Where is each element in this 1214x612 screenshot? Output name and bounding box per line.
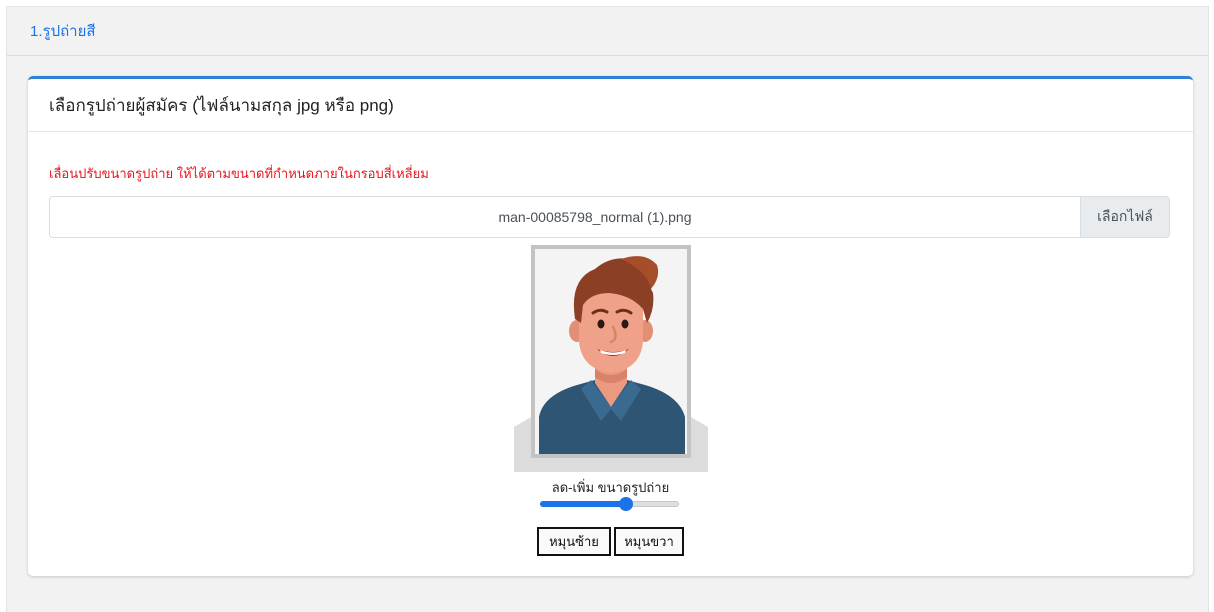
card-header: เลือกรูปถ่ายผู้สมัคร (ไฟล์นามสกุล jpg หร…: [28, 79, 1193, 132]
zoom-slider-thumb[interactable]: [619, 497, 634, 511]
zoom-slider[interactable]: [540, 497, 679, 511]
zoom-label: ลด-เพิ่ม ขนาดรูปถ่าย: [551, 480, 670, 495]
photo-frame[interactable]: [531, 245, 691, 458]
rotate-right-button[interactable]: หมุนขวา: [614, 527, 684, 556]
photo-cropper[interactable]: [514, 245, 708, 472]
file-input[interactable]: man-00085798_normal (1).png เลือกไฟล์: [49, 196, 1170, 238]
file-name-display[interactable]: man-00085798_normal (1).png: [50, 197, 1080, 237]
section-title[interactable]: 1.รูปถ่ายสี: [30, 19, 96, 43]
rotate-left-button[interactable]: หมุนซ้าย: [537, 527, 611, 556]
photo-upload-card: เลือกรูปถ่ายผู้สมัคร (ไฟล์นามสกุล jpg หร…: [28, 76, 1193, 576]
browse-file-button[interactable]: เลือกไฟล์: [1080, 197, 1169, 237]
section-panel: 1.รูปถ่ายสี เลือกรูปถ่ายผู้สมัคร (ไฟล์นา…: [6, 6, 1209, 612]
zoom-slider-fill: [540, 501, 627, 507]
applicant-photo: [535, 249, 687, 454]
resize-hint: เลื่อนปรับขนาดรูปถ่าย ให้ได้ตามขนาดที่กำ…: [49, 166, 429, 181]
card-title: เลือกรูปถ่ายผู้สมัคร (ไฟล์นามสกุล jpg หร…: [49, 95, 394, 115]
section-header: 1.รูปถ่ายสี: [7, 7, 1208, 56]
